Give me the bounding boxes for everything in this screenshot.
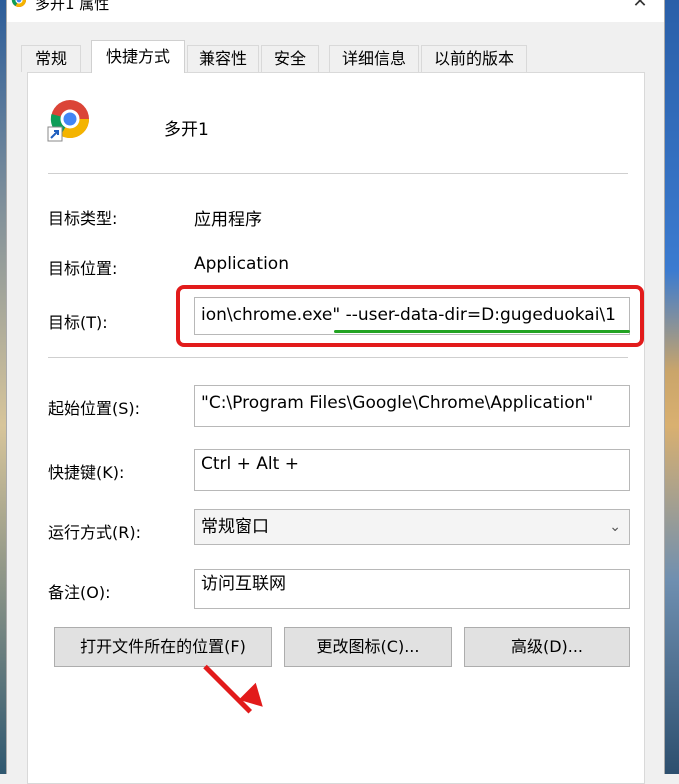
title-bar: 多开1 属性 ✕ <box>7 0 664 22</box>
chrome-icon <box>47 100 90 142</box>
start-in-label: 起始位置(S): <box>48 399 141 418</box>
tab-bar: 常规 快捷方式 兼容性 安全 详细信息 以前的版本 <box>21 40 661 73</box>
run-select[interactable]: 常规窗口 ⌄ <box>194 509 630 545</box>
advanced-button[interactable]: 高级(D)... <box>464 627 630 667</box>
properties-window: 多开1 属性 ✕ 常规 快捷方式 兼容性 安全 详细信息 以前的版本 多开1 目… <box>6 0 665 784</box>
tab-security[interactable]: 安全 <box>261 45 319 72</box>
target-location-label: 目标位置: <box>48 259 118 278</box>
comment-label: 备注(O): <box>48 583 111 602</box>
close-button[interactable]: ✕ <box>630 0 650 12</box>
divider <box>48 357 628 358</box>
chevron-down-icon: ⌄ <box>609 519 621 535</box>
run-label: 运行方式(R): <box>48 523 141 542</box>
annotation-green-underline <box>334 330 630 333</box>
target-location-value: Application <box>194 254 289 274</box>
target-label: 目标(T): <box>48 313 108 332</box>
change-icon-button[interactable]: 更改图标(C)... <box>284 627 452 667</box>
tab-previous-versions[interactable]: 以前的版本 <box>421 45 527 72</box>
desktop-background <box>663 0 679 774</box>
divider <box>48 173 628 174</box>
start-in-input[interactable]: "C:\Program Files\Google\Chrome\Applicat… <box>194 385 630 427</box>
tab-details[interactable]: 详细信息 <box>329 45 419 72</box>
tab-compatibility[interactable]: 兼容性 <box>187 45 259 72</box>
shortcut-name: 多开1 <box>164 120 209 140</box>
tab-shortcut[interactable]: 快捷方式 <box>91 40 185 73</box>
comment-value: 访问互联网 <box>201 574 286 594</box>
comment-input[interactable]: 访问互联网 <box>194 569 630 609</box>
target-type-value: 应用程序 <box>194 210 262 230</box>
start-in-value: "C:\Program Files\Google\Chrome\Applicat… <box>201 393 594 413</box>
hotkey-input[interactable]: Ctrl + Alt + <box>194 449 630 491</box>
shortcut-panel: 多开1 目标类型: 应用程序 目标位置: Application 目标(T): … <box>27 72 645 784</box>
target-value-highlight: --user-data-dir=D:gugeduokai\1 <box>345 305 616 325</box>
target-type-label: 目标类型: <box>48 209 118 228</box>
window-title: 多开1 属性 <box>35 0 110 13</box>
tab-general[interactable]: 常规 <box>21 45 81 72</box>
target-value-normal: ion\chrome.exe" <box>201 305 346 325</box>
chrome-icon <box>11 0 26 7</box>
hotkey-value: Ctrl + Alt + <box>201 454 299 474</box>
run-value: 常规窗口 <box>201 517 269 537</box>
open-file-location-button[interactable]: 打开文件所在的位置(F) <box>54 627 272 667</box>
close-icon: ✕ <box>632 0 648 12</box>
hotkey-label: 快捷键(K): <box>48 463 125 482</box>
